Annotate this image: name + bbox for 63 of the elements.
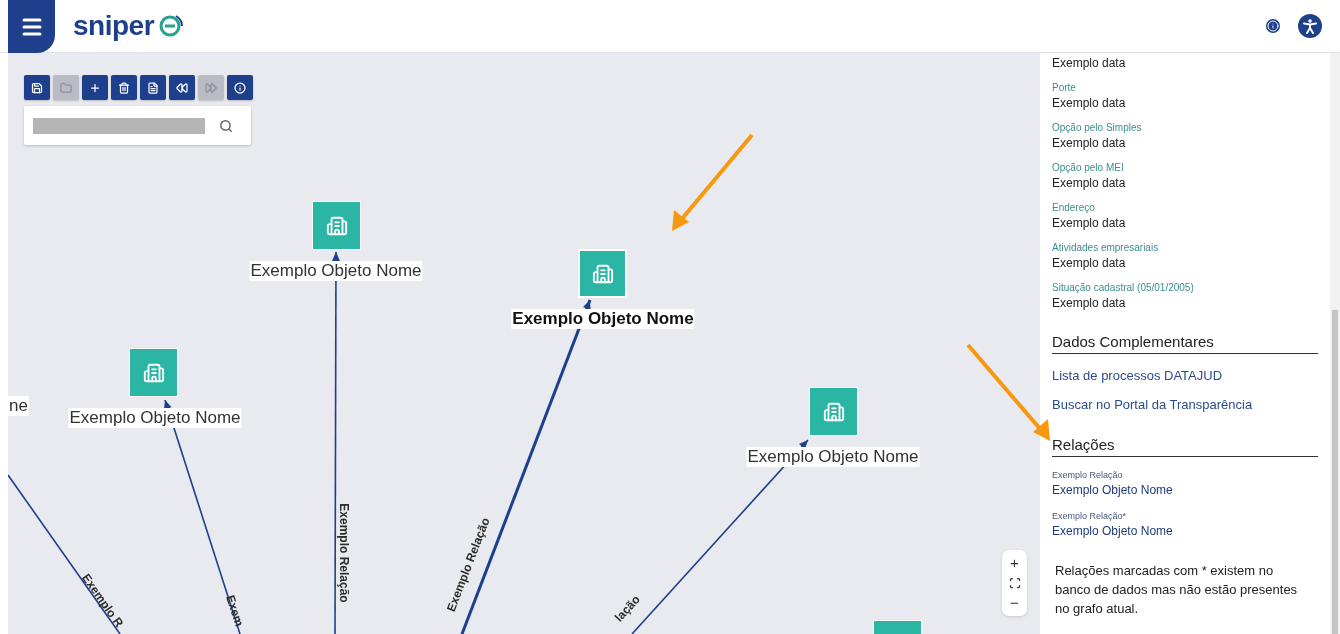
field-label: Opção pelo MEI xyxy=(1052,161,1125,175)
scrollbar[interactable] xyxy=(1330,53,1340,634)
building-icon xyxy=(591,262,614,285)
logo-icon xyxy=(158,13,185,39)
add-button[interactable] xyxy=(82,75,108,100)
file-icon xyxy=(147,81,159,94)
folder-icon xyxy=(60,81,72,94)
link[interactable]: Buscar no Portal da Transparência xyxy=(1052,397,1318,412)
field-label: Situação cadastral (05/01/2005) xyxy=(1052,281,1195,295)
building-icon xyxy=(142,361,165,384)
field-value: Exemplo data xyxy=(1052,175,1127,191)
fast-forward-icon xyxy=(205,81,217,94)
building-node[interactable] xyxy=(809,387,858,436)
info-button[interactable] xyxy=(227,75,253,100)
building-node[interactable] xyxy=(312,201,361,250)
zoom-out-button[interactable]: − xyxy=(1004,593,1025,613)
menu-button[interactable] xyxy=(8,0,55,53)
section-title: Relações xyxy=(1052,436,1318,457)
info-icon[interactable] xyxy=(1266,19,1280,33)
note-text: Relações marcadas com * existem no banco de dados mas não estão presentes no grafo atual. xyxy=(1054,562,1299,618)
add-icon xyxy=(89,81,101,94)
node-label: Exemplo Objeto Nome xyxy=(249,261,423,281)
node-label: Exemplo Objeto Nome xyxy=(68,408,242,428)
field-label: Porte xyxy=(1052,81,1077,95)
field-label: Atividades empresariais xyxy=(1052,241,1160,255)
section-title: Dados Complementares xyxy=(1052,333,1318,354)
trash-icon xyxy=(118,81,130,94)
save-icon xyxy=(31,81,43,94)
edge-label: Exem xyxy=(223,593,247,629)
search-input[interactable] xyxy=(33,117,205,134)
info-icon xyxy=(234,81,246,94)
node-label: Exemplo Objeto Nome xyxy=(746,447,920,467)
logo-text: sniper xyxy=(73,10,155,42)
rewind-icon xyxy=(176,81,188,94)
accessibility-icon[interactable] xyxy=(1298,14,1322,38)
building-icon xyxy=(325,214,348,237)
field-value: Exemplo data xyxy=(1052,255,1127,271)
fit-screen-icon[interactable] xyxy=(1008,577,1021,589)
relation-link[interactable]: Exemplo Objeto Nome xyxy=(1052,523,1318,539)
field-value: Exemplo data xyxy=(1052,295,1127,311)
zoom-in-button[interactable]: + xyxy=(1004,553,1025,573)
building-node[interactable] xyxy=(578,249,627,298)
field-label: Opção pelo Simples xyxy=(1052,121,1143,135)
field-value: Exemplo data xyxy=(1052,135,1127,151)
relation-type: Exemplo Relação xyxy=(1052,469,1124,482)
rewind-button[interactable] xyxy=(169,75,195,100)
field-value: Exemplo data xyxy=(1052,95,1127,111)
field-label: Endereço xyxy=(1052,201,1096,215)
relation-type: Exemplo Relação* xyxy=(1052,510,1128,523)
field-value: Exemplo data xyxy=(1052,215,1127,231)
trash-button[interactable] xyxy=(111,75,137,100)
save-button[interactable] xyxy=(24,75,50,100)
link[interactable]: Lista de processos DATAJUD xyxy=(1052,368,1318,383)
file-button[interactable] xyxy=(140,75,166,100)
search-icon[interactable] xyxy=(219,118,233,133)
building-icon xyxy=(822,400,845,423)
node-label: ne xyxy=(8,396,29,416)
field-value: Exemplo data xyxy=(1052,55,1127,71)
relation-link[interactable]: Exemplo Objeto Nome xyxy=(1052,482,1318,498)
node-label: Exemplo Objeto Nome xyxy=(511,309,695,329)
edge-label: Exemplo Relação xyxy=(336,503,351,603)
search-field[interactable] xyxy=(24,106,251,145)
building-node[interactable] xyxy=(129,348,178,397)
